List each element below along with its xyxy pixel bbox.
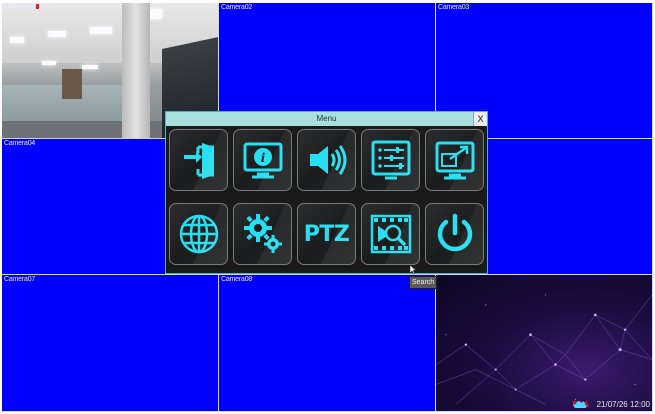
- camera-label: Camera04: [4, 140, 36, 147]
- list-settings-icon: [371, 140, 410, 180]
- menu-item-system-settings[interactable]: [233, 203, 292, 265]
- cloud-icon: [573, 401, 587, 408]
- main-menu-dialog: Menu X i PTZ: [165, 111, 488, 274]
- camera-cell-8[interactable]: Camera08: [219, 275, 436, 412]
- menu-item-search[interactable]: [361, 203, 420, 265]
- power-icon: [437, 213, 472, 252]
- menu-item-display[interactable]: [425, 129, 484, 191]
- menu-item-info[interactable]: i: [233, 129, 292, 191]
- camera-label: Camera07: [4, 276, 36, 283]
- logout-icon: [183, 143, 214, 179]
- camera-cell-7[interactable]: Camera07: [2, 275, 219, 412]
- menu-item-settings-list[interactable]: [361, 129, 420, 191]
- tooltip: Search: [409, 276, 438, 289]
- menu-item-network[interactable]: [169, 203, 228, 265]
- display-icon: [435, 141, 474, 180]
- camera-label: Camera03: [438, 4, 470, 11]
- record-indicator-icon: [36, 4, 40, 9]
- svg-text:i: i: [260, 151, 265, 165]
- volume-icon: [309, 145, 346, 175]
- camera-label: Camera02: [221, 4, 253, 11]
- globe-icon: [179, 214, 218, 254]
- camera-label: Camera08: [221, 276, 253, 283]
- ptz-icon: PTZ: [303, 221, 350, 247]
- menu-tiles: i PTZ: [169, 129, 484, 265]
- datetime: 21/07/26 12:00: [596, 400, 650, 409]
- status-bar: 60% 21/07/26 12:00: [573, 400, 650, 409]
- mouse-cursor-icon: [410, 265, 416, 274]
- menu-item-ptz[interactable]: PTZ: [297, 203, 356, 265]
- menu-title: Menu: [316, 114, 337, 123]
- camera-cell-9[interactable]: 60% 21/07/26 12:00: [436, 275, 653, 412]
- menu-titlebar: Menu X: [166, 112, 487, 126]
- video-search-icon: [370, 214, 411, 254]
- menu-item-logout[interactable]: [169, 129, 228, 191]
- menu-item-power[interactable]: [425, 203, 484, 265]
- close-button[interactable]: X: [473, 112, 487, 126]
- menu-item-audio[interactable]: [297, 129, 356, 191]
- gear-icon: [243, 214, 282, 253]
- info-icon: i: [243, 142, 282, 179]
- camera-feed-tech: 60% 21/07/26 12:00: [436, 275, 652, 411]
- camera-label: Camera01: [4, 3, 40, 12]
